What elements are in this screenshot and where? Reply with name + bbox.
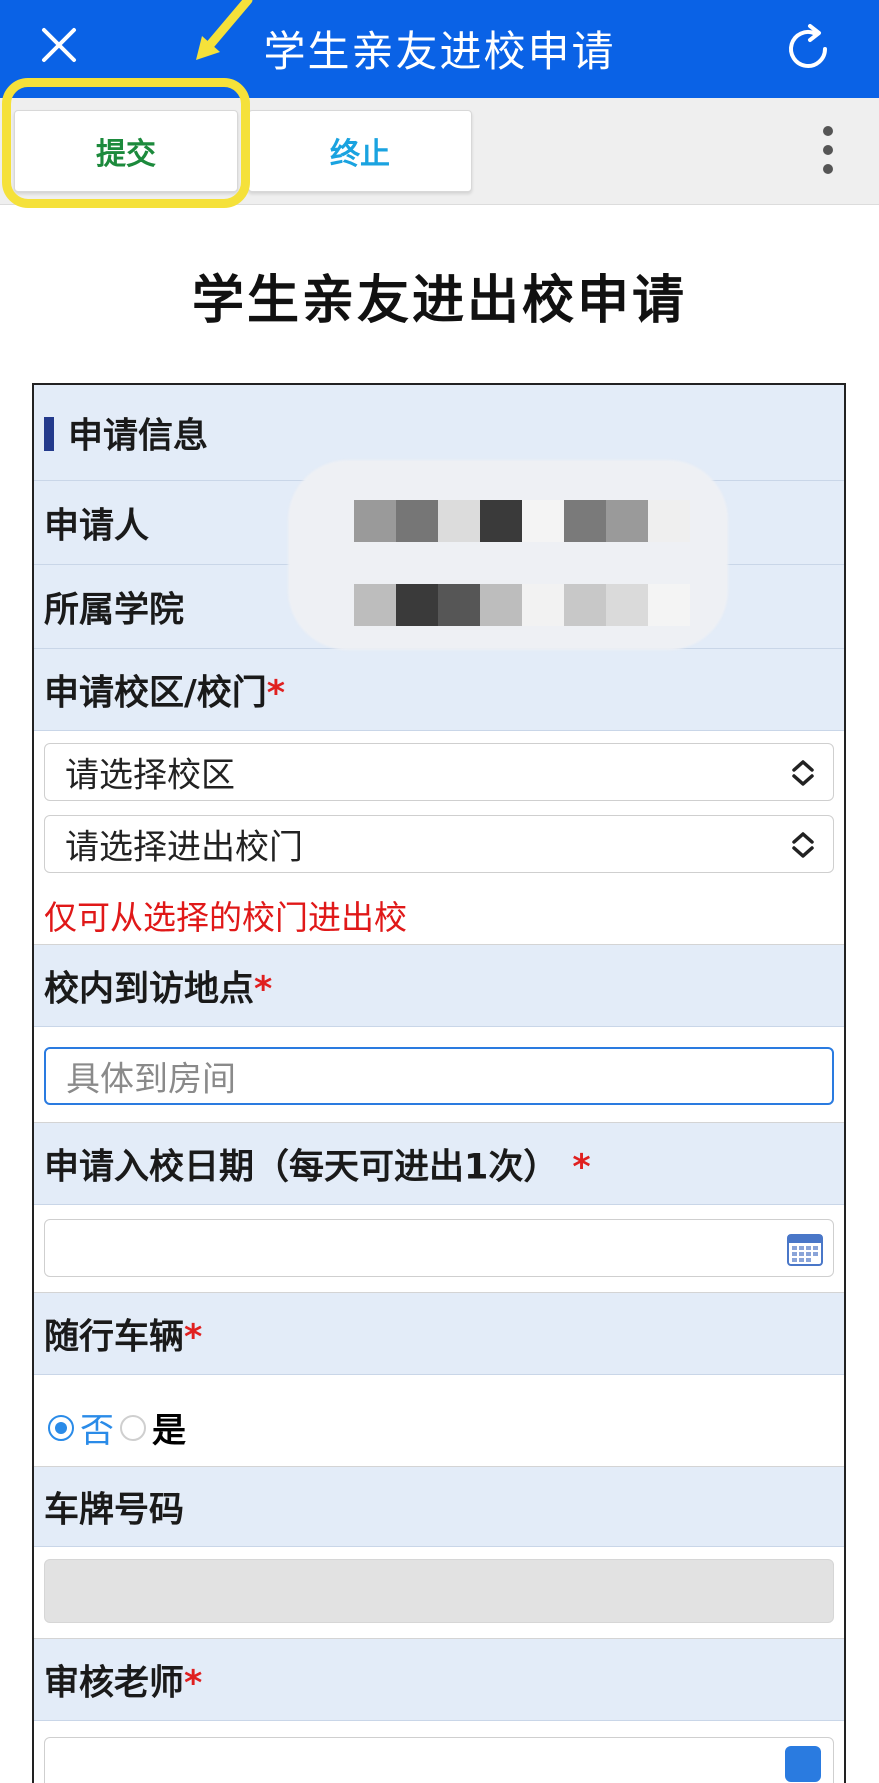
select-chevron-icon — [792, 832, 814, 858]
contact-picker-icon[interactable] — [785, 1746, 821, 1782]
select-chevron-icon — [792, 760, 814, 786]
vehicle-label: 随行车辆* — [44, 1317, 203, 1357]
section-title: 申请信息 — [68, 416, 209, 456]
gate-note: 仅可从选择的校门进出校 — [44, 898, 407, 937]
vehicle-radio-group: 否 是 — [48, 1403, 192, 1452]
gate-select[interactable]: 请选择进出校门 — [44, 815, 834, 873]
visit-location-placeholder: 具体到房间 — [66, 1059, 236, 1100]
reviewer-field-row — [34, 1721, 844, 1783]
entry-date-input[interactable] — [44, 1219, 834, 1277]
vehicle-no-label[interactable]: 否 — [80, 1403, 114, 1452]
campus-select-value: 请选择校区 — [65, 755, 235, 796]
vehicle-yes-radio[interactable] — [120, 1414, 146, 1441]
applicant-label: 申请人 — [44, 506, 150, 546]
visit-location-label: 校内到访地点* — [44, 969, 273, 1009]
gate-select-value: 请选择进出校门 — [65, 827, 303, 868]
more-vertical-icon[interactable] — [821, 126, 835, 174]
reviewer-label: 审核老师* — [44, 1663, 203, 1703]
header-title: 学生亲友进校申请 — [263, 27, 616, 76]
stop-button[interactable]: 终止 — [248, 110, 472, 192]
plate-field-row — [34, 1547, 844, 1639]
entry-date-row: 申请入校日期（每天可进出1次） * — [34, 1123, 844, 1205]
visit-location-input[interactable]: 具体到房间 — [44, 1047, 834, 1105]
section-marker — [44, 417, 54, 451]
campus-gate-label: 申请校区/校门* — [44, 673, 286, 713]
vehicle-row: 随行车辆* — [34, 1293, 844, 1375]
visit-location-field-row: 具体到房间 — [34, 1027, 844, 1123]
campus-select[interactable]: 请选择校区 — [44, 743, 834, 801]
college-label: 所属学院 — [44, 590, 185, 630]
vehicle-options-row: 否 是 — [34, 1375, 844, 1467]
campus-gate-fields: 请选择校区 请选择进出校门 仅可从选择的校门进出校 — [34, 731, 844, 945]
campus-gate-row: 申请校区/校门* — [34, 649, 844, 731]
calendar-icon[interactable] — [787, 1232, 823, 1266]
plate-label: 车牌号码 — [44, 1490, 185, 1530]
vehicle-yes-label[interactable]: 是 — [152, 1403, 186, 1452]
reviewer-row: 审核老师* — [34, 1639, 844, 1721]
plate-input — [44, 1559, 834, 1623]
redacted-mosaic — [354, 584, 690, 626]
annotation-highlight — [2, 78, 250, 208]
page-title: 学生亲友进出校申请 — [191, 271, 687, 331]
annotation-arrow-icon — [196, 0, 253, 60]
entry-date-label: 申请入校日期（每天可进出1次） * — [44, 1147, 591, 1187]
refresh-icon[interactable] — [781, 22, 835, 76]
plate-row: 车牌号码 — [34, 1467, 844, 1547]
entry-date-field-row — [34, 1205, 844, 1293]
reviewer-input[interactable] — [44, 1737, 834, 1783]
vehicle-no-radio[interactable] — [48, 1414, 74, 1441]
visit-location-row: 校内到访地点* — [34, 945, 844, 1027]
redacted-mosaic — [354, 500, 690, 542]
